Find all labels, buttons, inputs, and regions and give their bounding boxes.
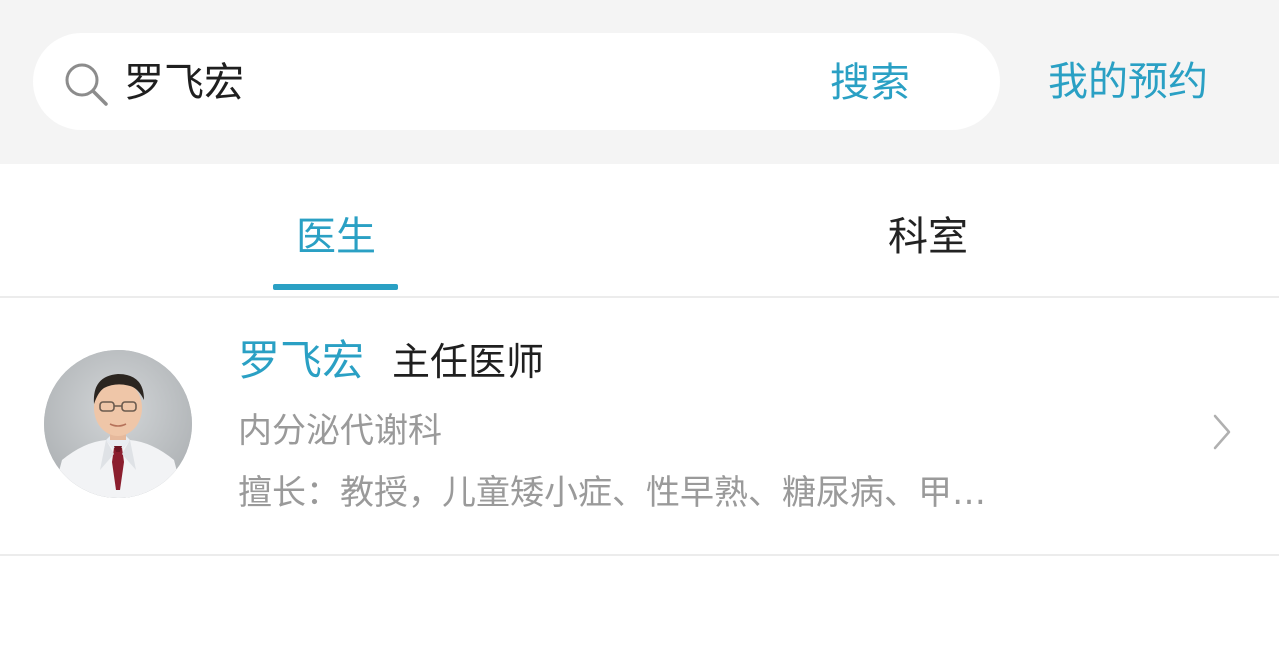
doctor-specialty: 擅长：教授，儿童矮小症、性早熟、糖尿病、甲… — [238, 473, 986, 513]
tab-bar: 医生 科室 — [0, 164, 1279, 298]
chevron-right-icon — [1213, 414, 1231, 450]
tab-doctors[interactable]: 医生 — [296, 211, 376, 263]
tab-departments[interactable]: 科室 — [888, 211, 968, 263]
doctor-avatar — [44, 350, 192, 498]
search-input[interactable]: 罗飞宏 — [124, 57, 244, 109]
top-bar: 罗飞宏 搜索 我的预约 — [0, 0, 1279, 164]
doctor-department: 内分泌代谢科 — [238, 411, 442, 451]
my-appointments-link[interactable]: 我的预约 — [1048, 56, 1208, 108]
search-button[interactable]: 搜索 — [830, 57, 910, 109]
doctor-result-item[interactable]: 罗飞宏 主任医师 内分泌代谢科 擅长：教授，儿童矮小症、性早熟、糖尿病、甲… — [0, 298, 1279, 556]
doctor-name: 罗飞宏 — [238, 336, 365, 385]
doctor-avatar-photo — [44, 350, 192, 498]
doctor-title: 主任医师 — [392, 340, 545, 384]
active-tab-indicator — [273, 284, 398, 290]
search-icon — [65, 63, 108, 106]
